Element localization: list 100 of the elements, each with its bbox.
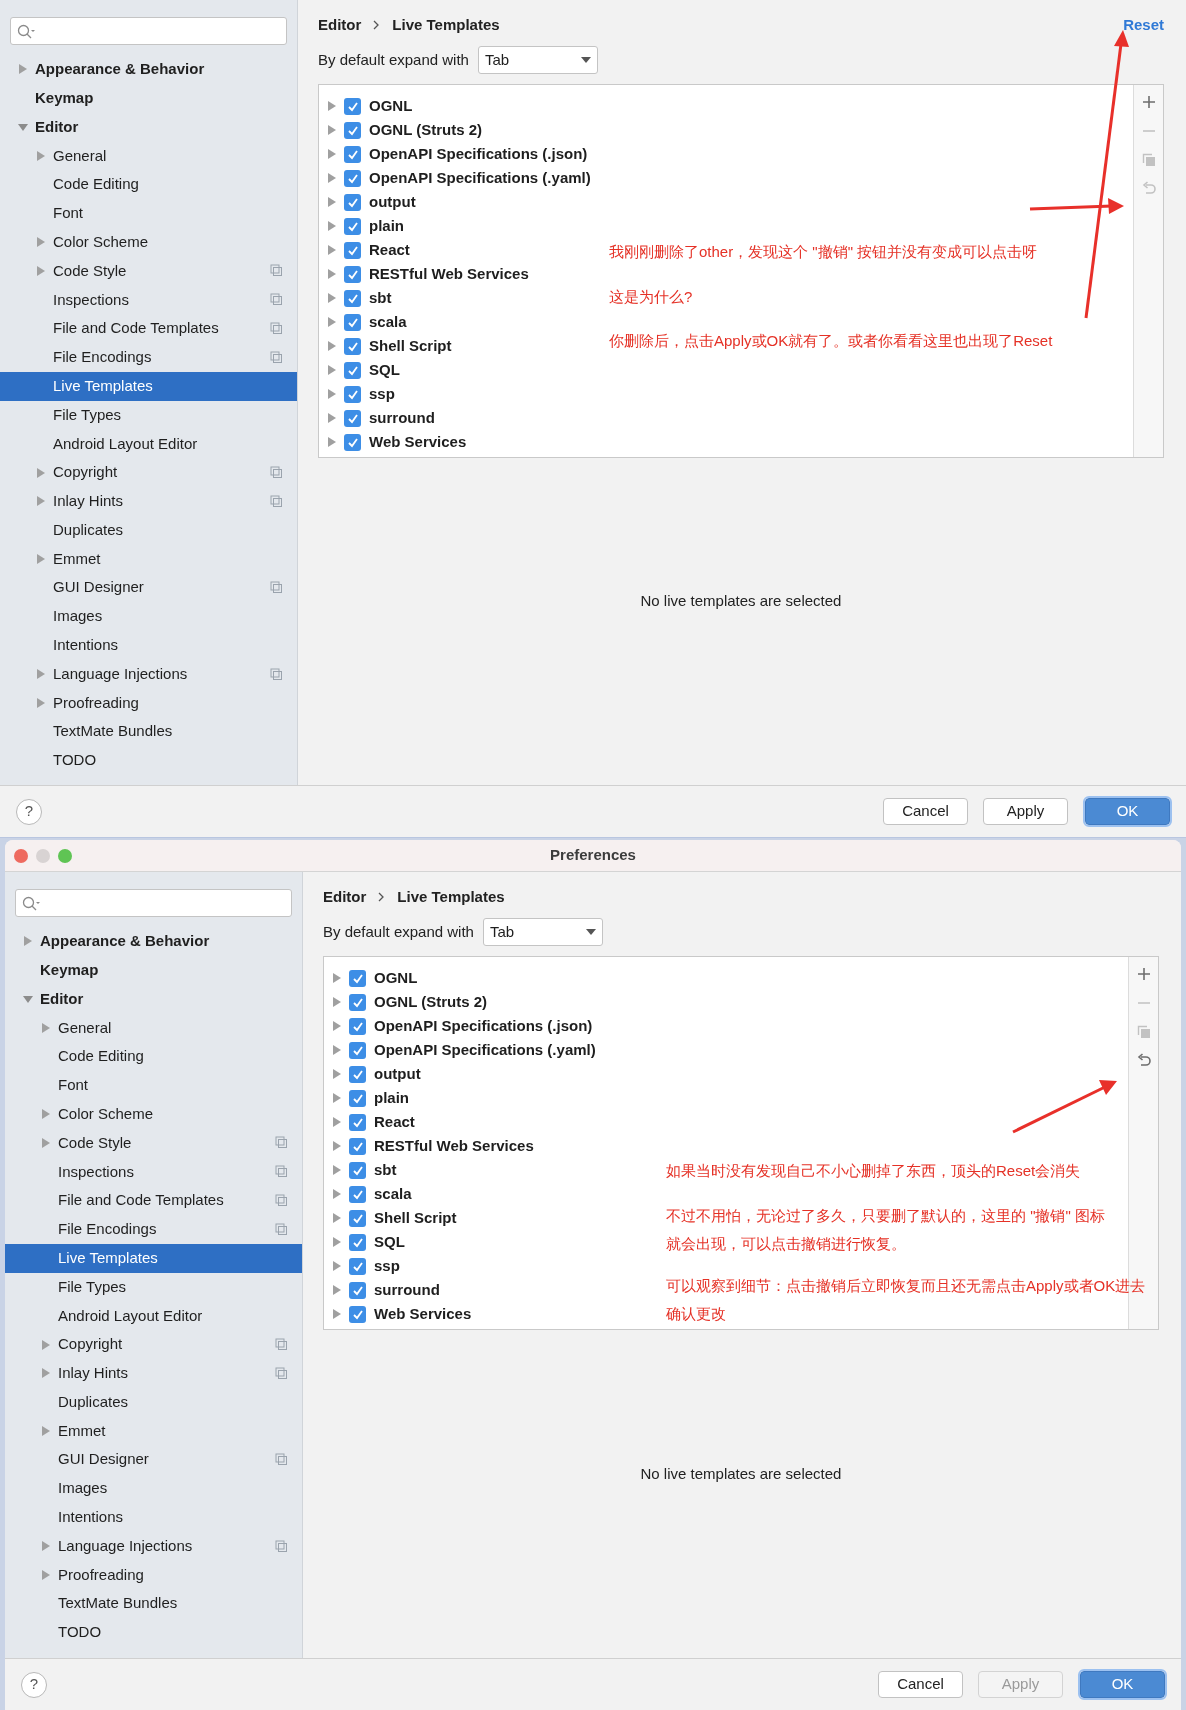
sidebar-item[interactable]: TODO <box>0 746 297 775</box>
sidebar-item[interactable]: Appearance & Behavior <box>5 927 302 956</box>
template-group-label[interactable]: surround <box>374 1278 440 1302</box>
checkbox[interactable] <box>349 1209 366 1227</box>
collapsed-arrow-icon[interactable] <box>327 197 336 207</box>
template-group-label[interactable]: ssp <box>374 1254 400 1278</box>
sidebar-item[interactable]: Intentions <box>0 630 297 660</box>
ok-button[interactable]: OK <box>1080 1671 1165 1698</box>
checkbox[interactable] <box>349 1089 366 1107</box>
help-button[interactable]: ? <box>21 1671 47 1698</box>
sidebar-item[interactable]: GUI Designer <box>0 573 297 603</box>
template-group-label[interactable]: Web Services <box>374 1302 472 1326</box>
template-group-label[interactable]: sbt <box>374 1158 397 1182</box>
sidebar-item[interactable]: Language Injections <box>0 659 297 689</box>
checkbox[interactable] <box>344 265 361 283</box>
template-group-label[interactable]: OpenAPI Specifications (.json) <box>369 142 588 166</box>
template-group-label[interactable]: Shell Script <box>374 1206 457 1230</box>
collapsed-arrow-icon[interactable] <box>36 467 46 478</box>
template-group-label[interactable]: OGNL (Struts 2) <box>369 118 483 142</box>
search-field[interactable] <box>10 17 287 45</box>
sidebar-item[interactable]: Code Editing <box>5 1042 302 1071</box>
collapsed-arrow-icon[interactable] <box>41 1425 51 1436</box>
sidebar-item[interactable]: Live Templates <box>5 1243 302 1273</box>
expand-dropdown[interactable]: Tab <box>482 918 603 946</box>
template-group-label[interactable]: SQL <box>369 358 400 382</box>
collapsed-arrow-icon[interactable] <box>36 553 46 564</box>
sidebar-item[interactable]: Emmet <box>5 1416 302 1446</box>
sidebar-item[interactable]: Android Layout Editor <box>0 429 297 459</box>
checkbox[interactable] <box>349 993 366 1011</box>
template-group-label[interactable]: RESTful Web Services <box>374 1134 534 1158</box>
collapsed-arrow-icon[interactable] <box>327 101 336 111</box>
breadcrumb-item[interactable]: Editor <box>323 885 367 909</box>
checkbox[interactable] <box>344 97 361 115</box>
checkbox[interactable] <box>349 1113 366 1131</box>
checkbox[interactable] <box>349 1161 366 1179</box>
collapsed-arrow-icon[interactable] <box>332 1117 341 1127</box>
sidebar-item[interactable]: General <box>5 1013 302 1043</box>
sidebar-item[interactable]: Intentions <box>5 1502 302 1532</box>
close-button[interactable] <box>14 849 28 863</box>
collapsed-arrow-icon[interactable] <box>332 1237 341 1247</box>
template-group-label[interactable]: ssp <box>369 382 395 406</box>
collapsed-arrow-icon[interactable] <box>327 365 336 375</box>
checkbox[interactable] <box>349 969 366 987</box>
breadcrumb-item[interactable]: Live Templates <box>397 885 505 909</box>
checkbox[interactable] <box>349 1233 366 1251</box>
sidebar-item[interactable]: Color Scheme <box>5 1099 302 1129</box>
collapsed-arrow-icon[interactable] <box>332 1069 341 1079</box>
checkbox[interactable] <box>349 1137 366 1155</box>
sidebar-item[interactable]: File Types <box>0 400 297 430</box>
collapsed-arrow-icon[interactable] <box>332 997 341 1007</box>
template-group-label[interactable]: SQL <box>374 1230 405 1254</box>
ok-button[interactable]: OK <box>1085 798 1170 825</box>
sidebar-item[interactable]: Keymap <box>0 83 297 113</box>
sidebar-item[interactable]: GUI Designer <box>5 1445 302 1475</box>
sidebar-item[interactable]: Inlay Hints <box>5 1358 302 1388</box>
expanded-arrow-icon[interactable] <box>18 122 28 132</box>
sidebar-item[interactable]: TextMate Bundles <box>0 717 297 747</box>
collapsed-arrow-icon[interactable] <box>327 269 336 279</box>
checkbox[interactable] <box>349 1281 366 1299</box>
collapsed-arrow-icon[interactable] <box>36 496 46 507</box>
checkbox[interactable] <box>344 337 361 355</box>
sidebar-item[interactable]: Font <box>5 1071 302 1100</box>
sidebar-item[interactable]: Keymap <box>5 955 302 985</box>
collapsed-arrow-icon[interactable] <box>332 1045 341 1055</box>
collapsed-arrow-icon[interactable] <box>18 64 28 75</box>
collapsed-arrow-icon[interactable] <box>327 437 336 447</box>
minimize-button[interactable] <box>36 849 50 863</box>
collapsed-arrow-icon[interactable] <box>332 1165 341 1175</box>
collapsed-arrow-icon[interactable] <box>332 1213 341 1223</box>
sidebar-item[interactable]: Images <box>0 602 297 631</box>
checkbox[interactable] <box>344 169 361 187</box>
collapsed-arrow-icon[interactable] <box>327 341 336 351</box>
sidebar-item[interactable]: Inspections <box>0 285 297 315</box>
sidebar-item[interactable]: File and Code Templates <box>5 1186 302 1215</box>
sidebar-item[interactable]: Copyright <box>5 1330 302 1359</box>
checkbox[interactable] <box>344 145 361 163</box>
collapsed-arrow-icon[interactable] <box>327 413 336 423</box>
sidebar-item[interactable]: Proofreading <box>0 688 297 718</box>
collapsed-arrow-icon[interactable] <box>36 697 46 708</box>
sidebar-item[interactable]: Duplicates <box>5 1387 302 1417</box>
sidebar-item[interactable]: General <box>0 141 297 171</box>
checkbox[interactable] <box>349 1041 366 1059</box>
help-button[interactable]: ? <box>16 798 42 825</box>
sidebar-item[interactable]: Code Style <box>5 1128 302 1158</box>
sidebar-item[interactable]: Inlay Hints <box>0 486 297 516</box>
template-group-label[interactable]: OGNL (Struts 2) <box>374 990 488 1014</box>
dialog-button[interactable]: Apply <box>983 798 1068 825</box>
checkbox[interactable] <box>349 1257 366 1275</box>
checkbox[interactable] <box>349 1017 366 1035</box>
sidebar-item[interactable]: Images <box>5 1474 302 1503</box>
template-group-label[interactable]: OpenAPI Specifications (.yaml) <box>369 166 591 190</box>
checkbox[interactable] <box>344 409 361 427</box>
collapsed-arrow-icon[interactable] <box>327 125 336 135</box>
checkbox[interactable] <box>344 241 361 259</box>
template-group-label[interactable]: OGNL <box>369 94 413 118</box>
sidebar-item[interactable]: Proofreading <box>5 1560 302 1590</box>
checkbox[interactable] <box>344 193 361 211</box>
collapsed-arrow-icon[interactable] <box>327 173 336 183</box>
reset-link[interactable]: Reset <box>1123 13 1164 37</box>
collapsed-arrow-icon[interactable] <box>36 150 46 161</box>
